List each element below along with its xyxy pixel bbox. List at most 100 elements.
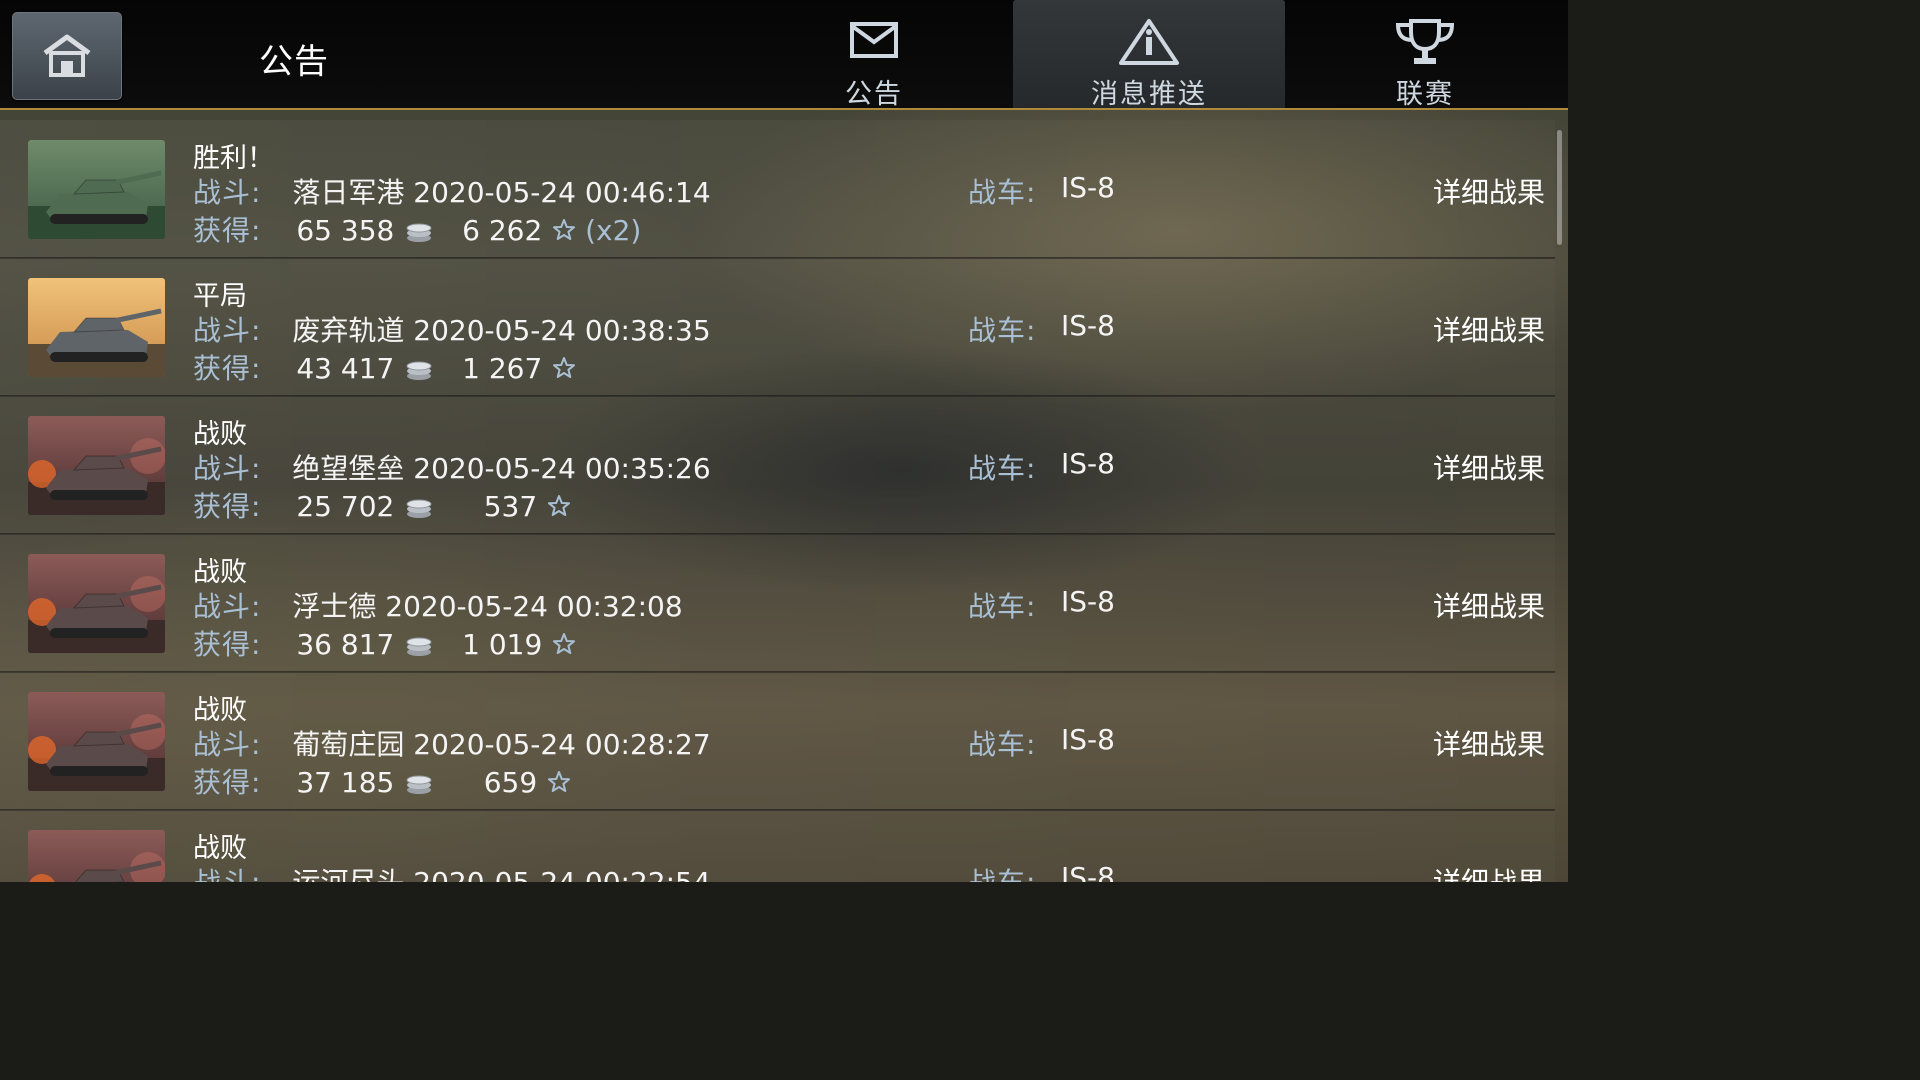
rewards-line: 获得: 37 185 659 <box>193 761 571 801</box>
silver-reward: 25 702 <box>296 490 395 523</box>
tank-name: IS-8 <box>1061 585 1115 618</box>
battle-info-line: 战斗: 浮士德 2020-05-24 00:32:08 <box>193 585 683 625</box>
home-icon <box>43 34 91 77</box>
battle-row[interactable]: 战败 战斗: 浮士德 2020-05-24 00:32:08 获得: 36 81… <box>0 534 1555 673</box>
rewards-line: 获得: 65 358 6 262 (x2) <box>193 209 641 249</box>
top-bar: 公告 公告 消息推送 联赛 <box>0 0 1568 110</box>
xp-star-icon <box>553 357 576 378</box>
battle-row[interactable]: 胜利！ 战斗: 落日军港 2020-05-24 00:46:14 获得: 65 … <box>0 120 1555 259</box>
xp-reward: 659 <box>483 766 538 799</box>
xp-reward: 6 262 <box>462 214 543 247</box>
xp-reward: 1 267 <box>462 352 543 385</box>
battle-map: 落日军港 <box>292 176 405 209</box>
tab-league[interactable]: 联赛 <box>1330 0 1520 110</box>
battle-label: 战斗: <box>193 590 262 623</box>
xp-star-icon <box>553 633 576 654</box>
battle-details-link[interactable]: 详细战果 <box>1433 723 1545 763</box>
tank-label: 战车: <box>968 314 1037 347</box>
trophy-icon <box>1395 19 1455 64</box>
home-button[interactable] <box>12 12 122 100</box>
earned-label: 获得: <box>193 628 262 661</box>
battle-result: 战败 <box>193 695 247 726</box>
tank-thumbnail-image <box>28 416 165 515</box>
tab-announcement-label: 公告 <box>845 79 903 110</box>
page-title: 公告 <box>259 42 329 82</box>
battle-map: 废弃轨道 <box>292 314 405 347</box>
tank-label: 战车: <box>968 452 1037 485</box>
battle-row[interactable]: 平局 战斗: 废弃轨道 2020-05-24 00:38:35 获得: 43 4… <box>0 258 1555 397</box>
battle-map: 葡萄庄园 <box>292 728 405 761</box>
battle-info-line: 战斗: 废弃轨道 2020-05-24 00:38:35 <box>193 309 711 349</box>
tank-name: IS-8 <box>1061 723 1115 756</box>
battle-label: 战斗: <box>193 452 262 485</box>
tank-label: 战车: <box>968 590 1037 623</box>
battle-info-line: 战斗: 落日军港 2020-05-24 00:46:14 <box>193 171 711 211</box>
tank-label: 战车: <box>968 861 1036 882</box>
tank-thumbnail-image <box>28 140 165 239</box>
earned-label: 获得: <box>193 490 262 523</box>
tank-thumbnail-image <box>28 278 165 377</box>
silver-coin-icon <box>406 775 432 794</box>
silver-reward: 65 358 <box>296 214 395 247</box>
tab-announcement[interactable]: 公告 <box>780 0 968 110</box>
tank-name: IS-8 <box>1061 861 1115 882</box>
battle-label: 战斗: <box>193 314 262 347</box>
battle-datetime: 2020-05-24 00:46:14 <box>413 176 711 209</box>
tab-push-messages-label: 消息推送 <box>1091 79 1207 110</box>
xp-star-icon <box>548 771 571 792</box>
battle-details-link[interactable]: 详细战果 <box>1433 171 1545 211</box>
battle-datetime: 2020-05-24 00:38:35 <box>413 314 711 347</box>
battle-result: 战败 <box>193 833 247 864</box>
xp-reward: 537 <box>483 490 538 523</box>
battle-details-link[interactable]: 详细战果 <box>1433 447 1545 487</box>
battle-label: 战斗: <box>193 176 262 209</box>
rewards-line: 获得: 36 817 1 019 <box>193 623 576 663</box>
battle-details-link[interactable]: 详细战果 <box>1433 861 1545 882</box>
tank-name: IS-8 <box>1061 447 1115 480</box>
tab-league-label: 联赛 <box>1396 79 1454 110</box>
silver-coin-icon <box>406 223 432 242</box>
battle-details-link[interactable]: 详细战果 <box>1433 585 1545 625</box>
xp-star-icon <box>553 219 576 240</box>
tank-thumbnail-image <box>28 830 165 882</box>
battle-thumbnail <box>28 278 165 377</box>
scrollbar[interactable] <box>1557 130 1562 245</box>
xp-star-icon <box>548 495 571 516</box>
tank-thumbnail-image <box>28 554 165 653</box>
silver-coin-icon <box>406 499 432 518</box>
rewards-line: 获得: 43 417 1 267 <box>193 347 576 387</box>
tank-name: IS-8 <box>1061 309 1115 342</box>
battle-row[interactable]: 战败 战斗: 葡萄庄园 2020-05-24 00:28:27 获得: 37 1… <box>0 672 1555 811</box>
battle-result: 胜利！ <box>193 143 274 174</box>
app-root: 公告 公告 消息推送 联赛 胜利！ 战斗: 落日军港 2020-05-24 00… <box>0 0 1568 882</box>
battle-result: 战败 <box>193 557 247 588</box>
tank-label: 战车: <box>968 728 1037 761</box>
battle-row[interactable]: 战败 战斗: 运河尽头 2020-05-24 00:22:54 获得: 战车: … <box>0 810 1555 882</box>
battle-thumbnail <box>28 830 165 882</box>
rewards-line: 获得: 25 702 537 <box>193 485 571 525</box>
silver-reward: 37 185 <box>296 766 395 799</box>
battle-list: 胜利！ 战斗: 落日军港 2020-05-24 00:46:14 获得: 65 … <box>0 120 1568 882</box>
battle-row[interactable]: 战败 战斗: 绝望堡垒 2020-05-24 00:35:26 获得: 25 7… <box>0 396 1555 535</box>
battle-info-line: 战斗: 绝望堡垒 2020-05-24 00:35:26 <box>193 447 711 487</box>
battle-info-line: 战斗: 葡萄庄园 2020-05-24 00:28:27 <box>193 723 711 763</box>
tab-push-messages[interactable]: 消息推送 <box>1013 0 1285 110</box>
earned-label: 获得: <box>193 352 262 385</box>
tank-label: 战车: <box>968 176 1037 209</box>
tank-name: IS-8 <box>1061 171 1115 204</box>
battle-info-line: 战斗: 运河尽头 2020-05-24 00:22:54 <box>193 861 711 882</box>
battle-result: 战败 <box>193 419 247 450</box>
battle-map: 绝望堡垒 <box>292 452 405 485</box>
battle-details-link[interactable]: 详细战果 <box>1433 309 1545 349</box>
silver-reward: 36 817 <box>296 628 395 661</box>
earned-label: 获得: <box>193 214 262 247</box>
battle-map: 运河尽头 <box>292 866 404 882</box>
battle-thumbnail <box>28 692 165 791</box>
battle-result: 平局 <box>193 281 247 312</box>
battle-thumbnail <box>28 416 165 515</box>
battle-datetime: 2020-05-24 00:35:26 <box>413 452 711 485</box>
battle-thumbnail <box>28 140 165 239</box>
silver-coin-icon <box>406 637 432 656</box>
battle-map: 浮士德 <box>292 590 377 623</box>
battle-label: 战斗: <box>193 866 261 882</box>
